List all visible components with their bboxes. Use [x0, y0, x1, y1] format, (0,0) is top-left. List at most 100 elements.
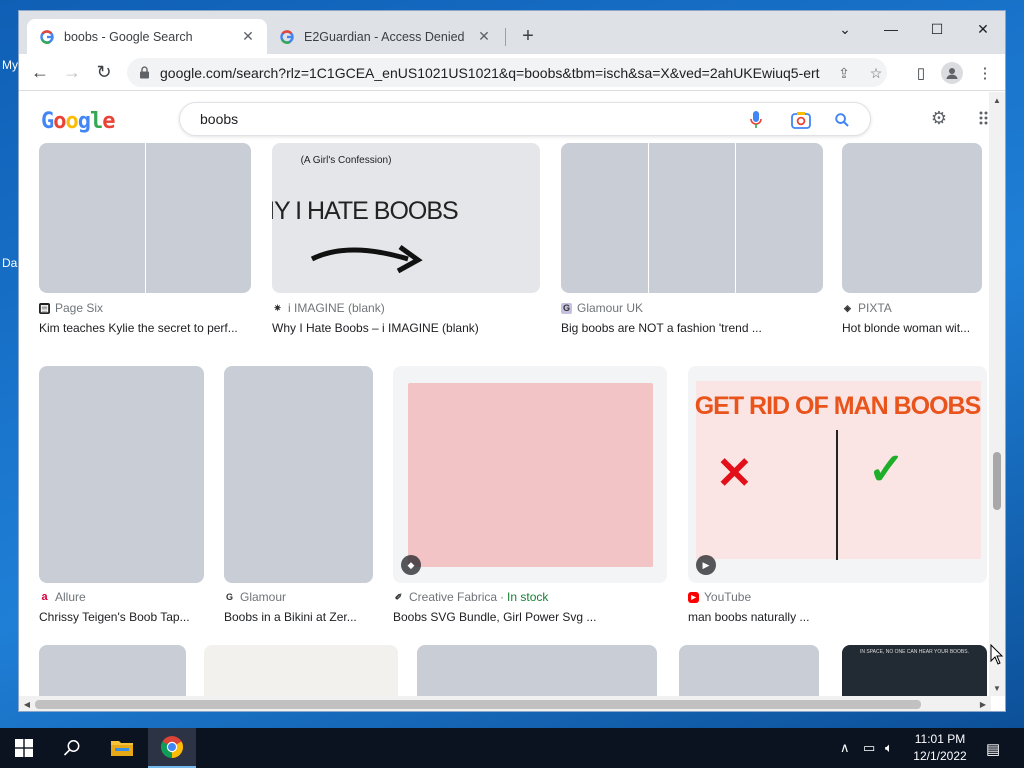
horizontal-scrollbar[interactable]: ◀ ▶ — [19, 696, 991, 711]
tab-e2guardian[interactable]: E2Guardian - Access Denied ✕ — [267, 19, 503, 54]
result-image[interactable] — [204, 645, 398, 696]
creative-fabrica-favicon-icon: ✐ — [394, 591, 403, 602]
result-image[interactable] — [39, 645, 186, 696]
illustration-panel — [408, 383, 653, 567]
divider-line — [836, 430, 838, 560]
product-tag-icon: ◆ — [401, 555, 421, 575]
scroll-down-arrow-icon[interactable]: ▼ — [989, 680, 1005, 696]
back-button[interactable]: ← — [26, 58, 54, 86]
start-button[interactable] — [0, 728, 48, 768]
image-overlay-text: IN SPACE, NO ONE CAN HEAR YOUR BOOBS. — [859, 649, 969, 655]
result-source[interactable]: a Allure — [39, 590, 85, 604]
profile-avatar-icon[interactable] — [941, 62, 963, 84]
result-caption[interactable]: Boobs SVG Bundle, Girl Power Svg ... — [393, 610, 667, 624]
result-image[interactable]: (A Girl's Confession) WHY I HATE BOOBS — [272, 143, 540, 293]
side-panel-icon[interactable]: ▯ — [910, 62, 932, 84]
search-icon[interactable] — [831, 109, 853, 131]
image-overlay-text: (A Girl's Confession) — [300, 155, 392, 166]
arrow-graphic — [310, 244, 423, 274]
clock-time: 11:01 PM — [914, 732, 966, 746]
result-source[interactable]: G Glamour — [224, 590, 286, 604]
share-icon[interactable]: ⇪ — [833, 62, 855, 84]
taskbar-clock[interactable]: 11:01 PM 12/1/2022 — [904, 731, 976, 765]
notification-icon[interactable]: ▤ — [986, 740, 1000, 758]
result-image[interactable] — [39, 143, 251, 293]
minimize-button[interactable]: — — [869, 15, 913, 43]
result-caption[interactable]: Chrissy Teigen's Boob Tap... — [39, 610, 204, 624]
result-caption[interactable]: Hot blonde woman wit... — [842, 321, 982, 335]
lens-camera-icon[interactable] — [790, 109, 812, 131]
result-image[interactable]: GET RID OF MAN BOOBS ✕ ✓ ▶ — [688, 366, 987, 583]
result-image[interactable] — [842, 143, 982, 293]
new-tab-button[interactable]: + — [517, 25, 539, 47]
result-caption[interactable]: Kim teaches Kylie the secret to perf... — [39, 321, 251, 335]
tab-strip: boobs - Google Search ✕ E2Guardian - Acc… — [19, 11, 1005, 54]
mouse-cursor-icon — [990, 644, 1004, 665]
glamour-favicon-icon: G — [225, 592, 233, 602]
result-source[interactable]: ◈ PIXTA — [842, 301, 892, 315]
close-window-button[interactable]: ✕ — [961, 15, 1005, 43]
network-icon[interactable]: ▭ — [863, 740, 875, 756]
settings-gear-icon[interactable]: ⚙ — [927, 106, 951, 130]
result-caption[interactable]: Why I Hate Boobs – i IMAGINE (blank) — [272, 321, 540, 335]
video-play-icon: ▶ — [696, 555, 716, 575]
scroll-right-arrow-icon[interactable]: ▶ — [975, 696, 991, 711]
red-x-icon: ✕ — [716, 449, 753, 498]
vertical-scroll-thumb[interactable] — [993, 452, 1001, 510]
search-query-text[interactable]: boobs — [200, 111, 238, 127]
tab-search-chevron-icon[interactable]: ⌄ — [823, 15, 867, 43]
result-source[interactable]: G Glamour UK — [561, 301, 643, 315]
result-caption[interactable]: Boobs in a Bikini at Zer... — [224, 610, 373, 624]
result-image[interactable] — [561, 143, 823, 293]
horizontal-scroll-thumb[interactable] — [35, 700, 921, 709]
close-icon[interactable]: ✕ — [239, 28, 257, 46]
tray-overflow-chevron-icon[interactable]: ∧ — [840, 740, 850, 756]
search-box[interactable]: boobs — [179, 102, 871, 136]
pixta-favicon-icon: ◈ — [844, 302, 851, 313]
url-text[interactable]: google.com/search?rlz=1C1GCEA_enUS1021US… — [160, 65, 820, 81]
microphone-icon[interactable] — [745, 109, 767, 131]
file-explorer-icon[interactable] — [98, 728, 146, 768]
browser-menu-icon[interactable]: ⋮ — [974, 62, 996, 84]
bookmark-star-icon[interactable]: ☆ — [865, 62, 887, 84]
image-overlay-text: GET RID OF MAN BOOBS — [694, 392, 982, 420]
browser-toolbar: ← → ↻ google.com/search?rlz=1C1GCEA_enUS… — [19, 54, 1005, 91]
result-image[interactable]: IN SPACE, NO ONE CAN HEAR YOUR BOOBS. — [842, 645, 987, 696]
maximize-button[interactable]: ☐ — [915, 15, 959, 43]
result-image[interactable] — [417, 645, 657, 696]
desktop-icon-label[interactable]: Da — [2, 256, 17, 270]
browser-window: boobs - Google Search ✕ E2Guardian - Acc… — [18, 10, 1006, 712]
volume-icon[interactable]: 🔈︎ — [885, 740, 893, 756]
google-favicon-icon — [39, 29, 55, 45]
green-check-icon: ✓ — [868, 445, 905, 494]
result-image[interactable]: ◆ — [393, 366, 667, 583]
tab-google-search[interactable]: boobs - Google Search ✕ — [27, 19, 267, 54]
taskbar-search-icon[interactable] — [48, 728, 96, 768]
windows-taskbar: ∧ ▭ 🔈︎ 11:01 PM 12/1/2022 ▤ — [0, 728, 1024, 768]
google-doodle-logo[interactable]: Google — [41, 109, 116, 134]
result-caption[interactable]: man boobs naturally ... — [688, 610, 987, 624]
desktop-icon-label[interactable]: My — [2, 58, 18, 72]
result-source[interactable]: ▤ Page Six — [39, 301, 103, 315]
result-source[interactable]: ✐ Creative Fabrica · In stock — [393, 590, 549, 604]
scroll-left-arrow-icon[interactable]: ◀ — [19, 696, 35, 711]
address-bar[interactable]: google.com/search?rlz=1C1GCEA_enUS1021US… — [127, 58, 887, 87]
tab-title: boobs - Google Search — [64, 29, 193, 44]
result-image[interactable] — [679, 645, 819, 696]
allure-favicon-icon: a — [41, 591, 48, 603]
scroll-up-arrow-icon[interactable]: ▲ — [989, 92, 1005, 108]
chrome-taskbar-icon[interactable] — [148, 728, 196, 768]
forward-button[interactable]: → — [58, 58, 86, 86]
page-six-favicon-icon: ▤ — [39, 302, 50, 314]
clock-date: 12/1/2022 — [913, 749, 967, 763]
tab-title: E2Guardian - Access Denied — [304, 29, 465, 44]
result-source[interactable]: ✷ i IMAGINE (blank) — [272, 301, 385, 315]
reload-button[interactable]: ↻ — [90, 58, 118, 86]
result-image[interactable] — [39, 366, 204, 583]
result-image[interactable] — [224, 366, 373, 583]
result-caption[interactable]: Big boobs are NOT a fashion 'trend ... — [561, 321, 823, 335]
result-source[interactable]: ▶ YouTube — [688, 590, 751, 604]
close-icon[interactable]: ✕ — [475, 28, 493, 46]
vertical-scrollbar[interactable]: ▲ ▼ — [989, 92, 1005, 696]
lock-icon[interactable] — [137, 66, 151, 80]
